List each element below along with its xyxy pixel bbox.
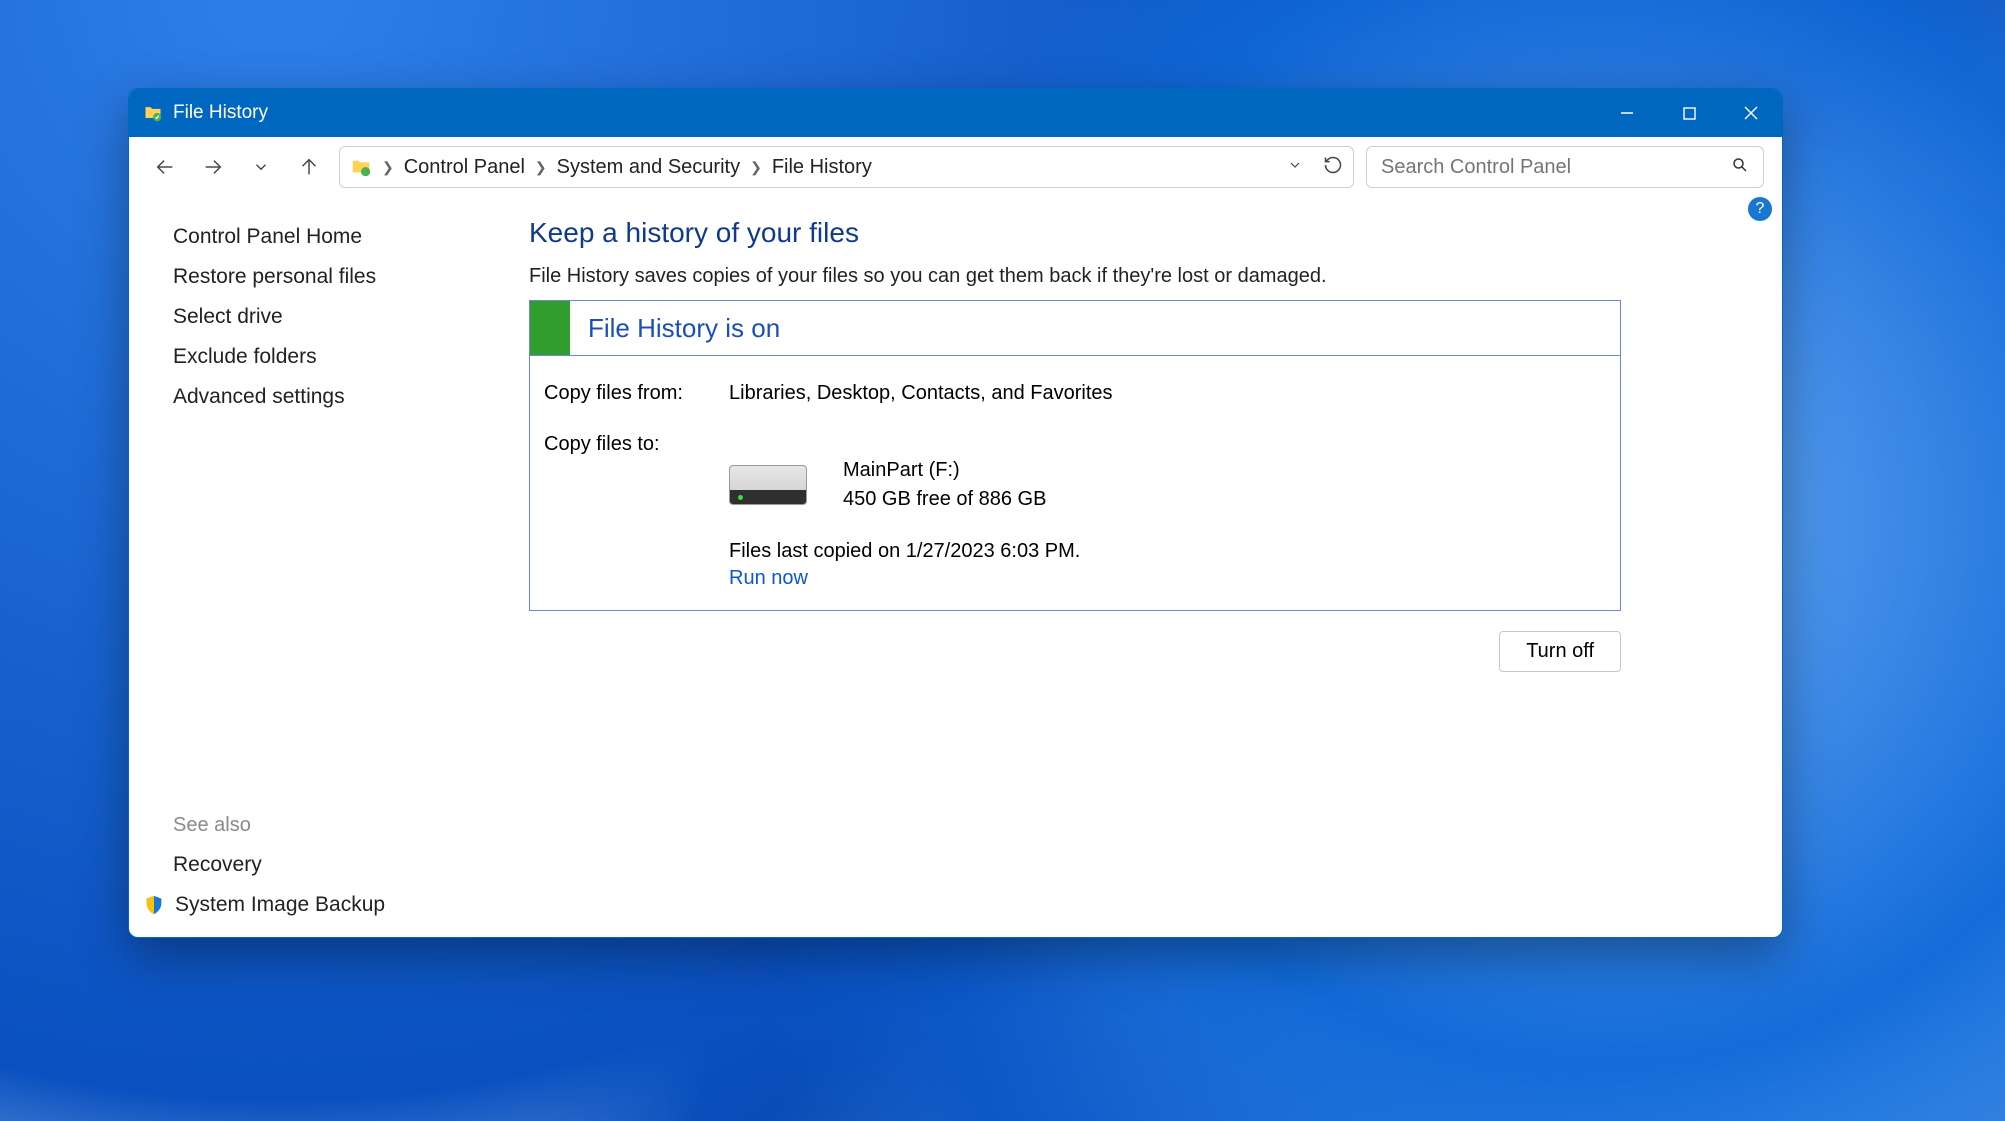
details-box: Copy files from: Libraries, Desktop, Con… (529, 356, 1621, 611)
copy-from-label: Copy files from: (544, 382, 729, 405)
search-input[interactable] (1381, 156, 1731, 179)
turn-off-button[interactable]: Turn off (1499, 631, 1621, 672)
shield-icon (143, 894, 165, 916)
file-history-icon (143, 103, 163, 123)
chevron-right-icon: ❯ (382, 159, 394, 176)
page-description: File History saves copies of your files … (529, 265, 1742, 288)
maximize-button[interactable] (1658, 89, 1720, 137)
main-content: ? Keep a history of your files File Hist… (499, 197, 1782, 937)
recent-locations-button[interactable] (243, 149, 279, 185)
breadcrumb-file-history[interactable]: File History (772, 156, 872, 179)
drive-name: MainPart (F:) (843, 456, 1046, 485)
sidebar-advanced-settings[interactable]: Advanced settings (173, 385, 499, 409)
toolbar: ❯ Control Panel ❯ System and Security ❯ … (129, 137, 1782, 197)
refresh-button[interactable] (1323, 155, 1343, 180)
address-bar[interactable]: ❯ Control Panel ❯ System and Security ❯ … (339, 146, 1354, 188)
status-indicator-icon (530, 301, 570, 355)
search-box[interactable] (1366, 146, 1764, 188)
file-history-window: File History ❯ Control Panel ❯ System an… (128, 88, 1783, 938)
sidebar-select-drive[interactable]: Select drive (173, 305, 499, 329)
status-banner: File History is on (529, 300, 1621, 356)
minimize-button[interactable] (1596, 89, 1658, 137)
window-title: File History (173, 102, 268, 124)
forward-button[interactable] (195, 149, 231, 185)
last-copied-text: Files last copied on 1/27/2023 6:03 PM. (729, 540, 1606, 563)
drive-space: 450 GB free of 886 GB (843, 485, 1046, 514)
sidebar: Control Panel Home Restore personal file… (129, 197, 499, 937)
chevron-right-icon: ❯ (750, 159, 762, 176)
status-text: File History is on (570, 313, 780, 344)
breadcrumb-system-security[interactable]: System and Security (557, 156, 740, 179)
copy-to-label: Copy files to: (544, 433, 729, 456)
page-heading: Keep a history of your files (529, 217, 1742, 249)
close-button[interactable] (1720, 89, 1782, 137)
back-button[interactable] (147, 149, 183, 185)
see-also-recovery[interactable]: Recovery (173, 853, 262, 877)
chevron-right-icon: ❯ (535, 159, 547, 176)
titlebar[interactable]: File History (129, 89, 1782, 137)
control-panel-home-link[interactable]: Control Panel Home (173, 225, 499, 249)
folder-icon (350, 156, 372, 178)
sidebar-exclude-folders[interactable]: Exclude folders (173, 345, 499, 369)
sidebar-restore-personal-files[interactable]: Restore personal files (173, 265, 499, 289)
address-dropdown-icon[interactable] (1287, 157, 1303, 178)
see-also-label: See also (173, 814, 499, 837)
search-icon (1731, 156, 1749, 179)
copy-from-value: Libraries, Desktop, Contacts, and Favori… (729, 382, 1113, 405)
see-also-system-image-backup[interactable]: System Image Backup (175, 893, 385, 917)
run-now-link[interactable]: Run now (729, 567, 808, 590)
breadcrumb-root[interactable]: Control Panel (404, 156, 525, 179)
help-button[interactable]: ? (1748, 197, 1772, 221)
drive-icon (729, 465, 807, 505)
up-button[interactable] (291, 149, 327, 185)
